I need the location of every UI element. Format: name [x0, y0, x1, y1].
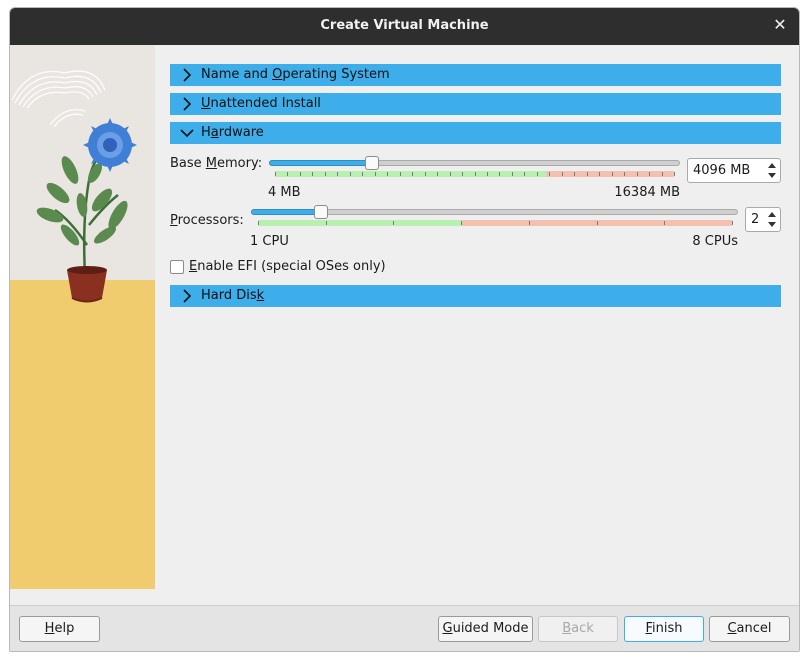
scale-tick — [450, 172, 451, 176]
scale-tick — [664, 221, 665, 225]
scale-tick — [375, 172, 376, 176]
section-hardware-label: Hardware — [201, 125, 264, 140]
scale-tick — [674, 172, 675, 176]
wizard-illustration — [10, 45, 155, 589]
processors-slider-fill — [251, 209, 321, 215]
scale-tick — [462, 172, 463, 176]
guided-mode-button[interactable]: Guided Mode — [438, 616, 533, 642]
cancel-button[interactable]: Cancel — [709, 616, 790, 642]
scale-tick — [362, 172, 363, 176]
scale-tick — [461, 221, 462, 225]
enable-efi-checkbox[interactable] — [170, 260, 184, 274]
scale-tick — [732, 221, 733, 225]
scale-tick — [350, 172, 351, 176]
button-bar: Help Guided Mode Back Finish Cancel — [10, 605, 799, 651]
base-memory-max-label: 16384 MB — [614, 185, 680, 200]
processors-value[interactable]: 2 — [751, 212, 765, 227]
scale-tick — [325, 172, 326, 176]
scale-tick — [624, 172, 625, 176]
scale-tick — [597, 221, 598, 225]
base-memory-min-label: 4 MB — [268, 185, 301, 200]
enable-efi-label[interactable]: Enable EFI (special OSes only) — [189, 259, 386, 274]
back-button[interactable]: Back — [538, 616, 618, 642]
section-hard-disk-label: Hard Disk — [201, 288, 265, 303]
base-memory-slider-fill — [269, 160, 372, 166]
processors-spinbox[interactable]: 2 — [745, 207, 781, 232]
base-memory-slider-handle[interactable] — [365, 156, 379, 170]
section-name-os-label: Name and Operating System — [201, 67, 390, 82]
plant-illustration — [10, 45, 155, 589]
dialog-window: Create Virtual Machine ✕ Name and Operat… — [9, 7, 800, 652]
base-memory-spinbox[interactable]: 4096 MB — [687, 158, 781, 183]
scale-tick — [537, 172, 538, 176]
scale-tick — [300, 172, 301, 176]
processors-scale — [258, 220, 733, 226]
scale-tick — [437, 172, 438, 176]
spin-arrows-icon[interactable] — [766, 160, 778, 181]
scale-tick — [562, 172, 563, 176]
scale-tick — [549, 172, 550, 176]
title-bar: Create Virtual Machine ✕ — [10, 8, 799, 45]
chevron-right-icon — [183, 97, 192, 111]
scale-tick — [587, 172, 588, 176]
chevron-right-icon — [183, 68, 192, 82]
scale-tick — [612, 172, 613, 176]
recommended-range — [275, 171, 546, 177]
scale-tick — [387, 172, 388, 176]
scale-tick — [412, 172, 413, 176]
scale-tick — [337, 172, 338, 176]
processors-label: Processors: — [170, 213, 244, 228]
scale-tick — [649, 172, 650, 176]
scale-tick — [287, 172, 288, 176]
scale-tick — [487, 172, 488, 176]
scale-tick — [512, 172, 513, 176]
scale-tick — [662, 172, 663, 176]
chevron-right-icon — [183, 289, 192, 303]
close-icon[interactable]: ✕ — [771, 16, 789, 34]
scale-tick — [393, 221, 394, 225]
scale-tick — [574, 172, 575, 176]
scale-tick — [475, 172, 476, 176]
section-unattended-install[interactable]: Unattended Install — [170, 93, 781, 115]
chevron-down-icon — [180, 129, 194, 138]
scale-tick — [599, 172, 600, 176]
spin-arrows-icon[interactable] — [766, 209, 778, 230]
help-button[interactable]: Help — [19, 616, 100, 642]
scale-tick — [400, 172, 401, 176]
recommended-range — [258, 220, 462, 226]
section-hardware[interactable]: Hardware — [170, 122, 781, 144]
scale-tick — [425, 172, 426, 176]
processors-slider-handle[interactable] — [314, 205, 328, 219]
scale-tick — [275, 172, 276, 176]
processors-max-label: 8 CPUs — [692, 234, 738, 249]
scale-tick — [499, 172, 500, 176]
scale-tick — [637, 172, 638, 176]
finish-button[interactable]: Finish — [624, 616, 704, 642]
section-unattended-label: Unattended Install — [201, 96, 321, 111]
scale-tick — [258, 221, 259, 225]
section-name-os[interactable]: Name and Operating System — [170, 64, 781, 86]
scale-tick — [312, 172, 313, 176]
base-memory-label: Base Memory: — [170, 156, 263, 171]
base-memory-value[interactable]: 4096 MB — [693, 163, 753, 178]
scale-tick — [326, 221, 327, 225]
window-title: Create Virtual Machine — [320, 18, 489, 33]
processors-min-label: 1 CPU — [250, 234, 289, 249]
base-memory-scale — [275, 171, 675, 177]
scale-tick — [524, 172, 525, 176]
scale-tick — [529, 221, 530, 225]
over-limit-range — [546, 171, 674, 177]
section-hard-disk[interactable]: Hard Disk — [170, 285, 781, 307]
